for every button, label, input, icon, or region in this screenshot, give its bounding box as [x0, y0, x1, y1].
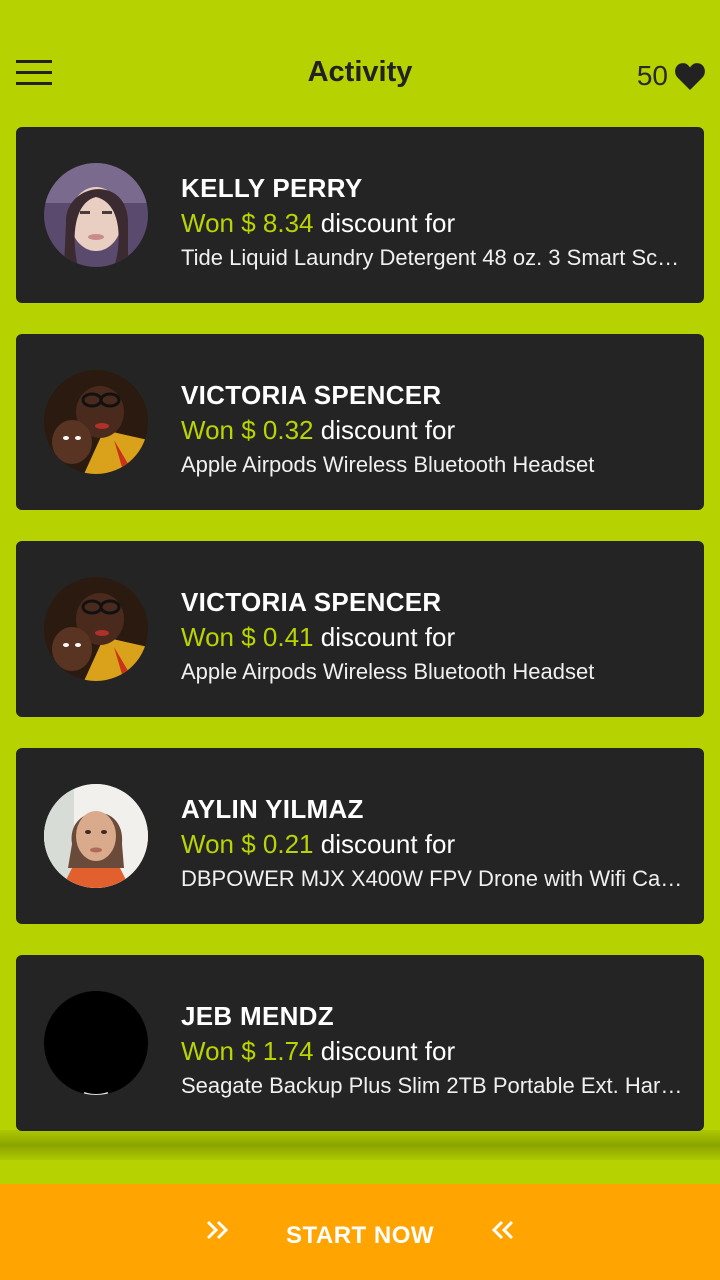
won-line: Won $ 0.41 discount for: [181, 619, 686, 655]
likes-counter[interactable]: 50: [637, 58, 706, 94]
won-line: Won $ 8.34 discount for: [181, 205, 686, 241]
product-name: Apple Airpods Wireless Bluetooth Headset: [181, 452, 595, 477]
start-now-label: START NOW: [285, 1222, 435, 1249]
product-name: DBPOWER MJX X400W FPV Drone with Wifi Ca…: [181, 866, 686, 891]
top-bar: Activity 50: [0, 40, 720, 110]
user-name: JEB MENDZ: [181, 1001, 334, 1031]
won-amount: 0.32: [262, 415, 314, 445]
won-prefix: Won $: [181, 829, 263, 859]
won-amount: 1.74: [262, 1036, 314, 1066]
start-now-button[interactable]: START NOW: [0, 1184, 720, 1280]
won-suffix: discount for: [313, 622, 456, 652]
scroll-shadow: [0, 1130, 720, 1160]
won-amount: 0.41: [262, 622, 314, 652]
likes-count: 50: [636, 60, 668, 91]
avatar: [44, 577, 148, 681]
avatar: [44, 991, 148, 1095]
page-title: Activity: [307, 56, 413, 88]
user-name: AYLIN YILMAZ: [181, 794, 364, 824]
activity-card[interactable]: KELLY PERRY Won $ 8.34 discount for Tide…: [16, 127, 704, 303]
won-suffix: discount for: [313, 415, 456, 445]
won-line: Won $ 0.21 discount for: [181, 826, 686, 862]
user-name: VICTORIA SPENCER: [181, 587, 442, 617]
product-name: Seagate Backup Plus Slim 2TB Portable Ex…: [181, 1073, 686, 1098]
avatar: [44, 163, 148, 267]
heart-icon: [675, 63, 705, 90]
activity-list: KELLY PERRY Won $ 8.34 discount for Tide…: [16, 127, 704, 1162]
won-amount: 8.34: [262, 208, 314, 238]
avatar: [44, 784, 148, 888]
avatar: [44, 370, 148, 474]
won-suffix: discount for: [313, 1036, 456, 1066]
won-suffix: discount for: [313, 829, 456, 859]
won-amount: 0.21: [262, 829, 314, 859]
won-suffix: discount for: [313, 208, 456, 238]
won-prefix: Won $: [181, 1036, 263, 1066]
won-line: Won $ 1.74 discount for: [181, 1033, 686, 1069]
won-prefix: Won $: [181, 415, 263, 445]
won-prefix: Won $: [181, 622, 263, 652]
double-chevron-left-icon: [491, 1220, 514, 1240]
won-prefix: Won $: [181, 208, 263, 238]
product-name: Tide Liquid Laundry Detergent 48 oz. 3 S…: [181, 245, 686, 270]
activity-card[interactable]: VICTORIA SPENCER Won $ 0.41 discount for…: [16, 541, 704, 717]
activity-card[interactable]: JEB MENDZ Won $ 1.74 discount for Seagat…: [16, 955, 704, 1131]
user-name: VICTORIA SPENCER: [181, 380, 442, 410]
user-name: KELLY PERRY: [181, 173, 363, 203]
product-name: Apple Airpods Wireless Bluetooth Headset: [181, 659, 595, 684]
activity-card[interactable]: VICTORIA SPENCER Won $ 0.32 discount for…: [16, 334, 704, 510]
won-line: Won $ 0.32 discount for: [181, 412, 686, 448]
activity-card[interactable]: AYLIN YILMAZ Won $ 0.21 discount for DBP…: [16, 748, 704, 924]
